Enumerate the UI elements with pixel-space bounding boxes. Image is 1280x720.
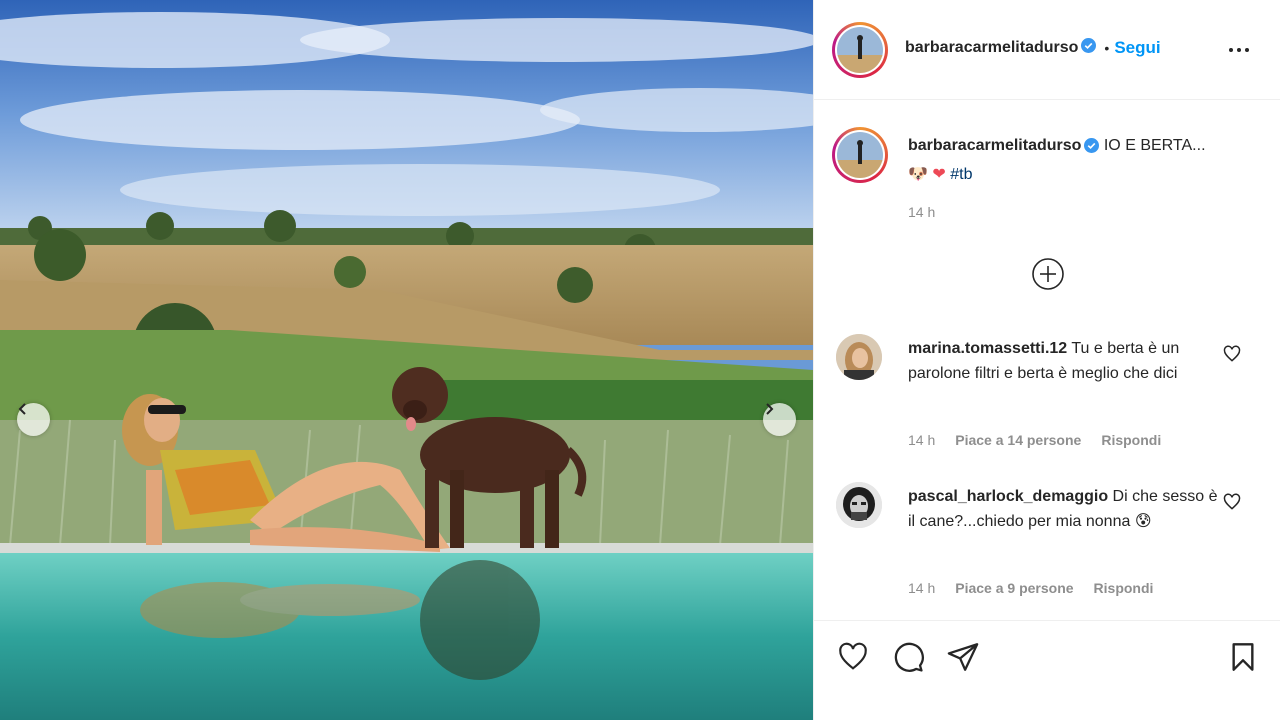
commenter-username[interactable]: pascal_harlock_demaggio	[908, 488, 1108, 505]
heart-emoji: ❤	[932, 166, 946, 183]
commenter-avatar[interactable]	[836, 482, 882, 528]
comment-time: 14 h	[908, 432, 936, 448]
like-button[interactable]	[835, 639, 871, 675]
post-side-panel: barbaracarmelitadurso • Segui barbaracar…	[813, 0, 1280, 720]
comment-emoji: 😰	[1134, 513, 1152, 530]
heart-icon[interactable]	[1222, 344, 1242, 364]
next-photo-button[interactable]	[763, 403, 796, 436]
comment-likes[interactable]: Piace a 14 persone	[955, 432, 1081, 448]
verified-badge-icon	[1081, 38, 1097, 58]
avatar-image	[836, 482, 882, 528]
dog-emoji: 🐶	[908, 166, 928, 183]
commenter-username[interactable]: marina.tomassetti.12	[908, 340, 1067, 357]
avatar-image	[837, 132, 883, 178]
more-options-icon[interactable]	[1226, 38, 1252, 62]
reply-button[interactable]: Rispondi	[1101, 432, 1161, 448]
separator-dot: •	[1104, 40, 1110, 56]
author-row: barbaracarmelitadurso • Segui	[905, 38, 1161, 58]
comment-time: 14 h	[908, 580, 936, 596]
commenter-avatar[interactable]	[836, 334, 882, 380]
avatar-image	[836, 334, 882, 380]
caption-timestamp: 14 h	[908, 204, 936, 220]
share-icon	[947, 643, 979, 671]
author-avatar[interactable]	[832, 22, 888, 78]
chevron-left-icon	[18, 403, 26, 415]
instagram-post: barbaracarmelitadurso • Segui barbaracar…	[0, 0, 1280, 720]
save-button[interactable]	[1225, 639, 1261, 675]
comment-text: pascal_harlock_demaggio Di che sesso è i…	[908, 484, 1220, 534]
heart-icon	[839, 642, 867, 670]
reply-button[interactable]: Rispondi	[1094, 580, 1154, 596]
hashtag-link[interactable]: #tb	[950, 166, 972, 183]
comment-meta: 14 h Piace a 14 persone Rispondi	[908, 432, 1161, 448]
comment-button[interactable]	[890, 639, 926, 675]
avatar-image	[837, 27, 883, 73]
caption-author-avatar[interactable]	[832, 127, 888, 183]
action-bar	[814, 620, 1280, 720]
share-button[interactable]	[945, 639, 981, 675]
previous-photo-button[interactable]	[17, 403, 50, 436]
caption-text: barbaracarmelitadurso IO E BERTA... 🐶 ❤ #…	[908, 133, 1208, 188]
post-header: barbaracarmelitadurso • Segui	[814, 0, 1280, 100]
caption-body: IO E BERTA...	[1103, 137, 1206, 154]
plus-circle-icon[interactable]	[1031, 257, 1065, 291]
comment-likes[interactable]: Piace a 9 persone	[955, 580, 1073, 596]
follow-button[interactable]: Segui	[1114, 38, 1160, 58]
bookmark-icon	[1232, 643, 1254, 671]
post-photo[interactable]	[0, 0, 813, 720]
author-username[interactable]: barbaracarmelitadurso	[905, 39, 1078, 57]
comment-text: marina.tomassetti.12 Tu e berta è un par…	[908, 336, 1220, 386]
heart-icon[interactable]	[1222, 492, 1242, 512]
verified-badge-icon	[1084, 136, 1100, 162]
caption-username[interactable]: barbaracarmelitadurso	[908, 137, 1081, 154]
comment-icon	[894, 642, 924, 672]
photo-scene	[0, 0, 813, 720]
comment-meta: 14 h Piace a 9 persone Rispondi	[908, 580, 1153, 596]
chevron-right-icon	[766, 403, 774, 415]
